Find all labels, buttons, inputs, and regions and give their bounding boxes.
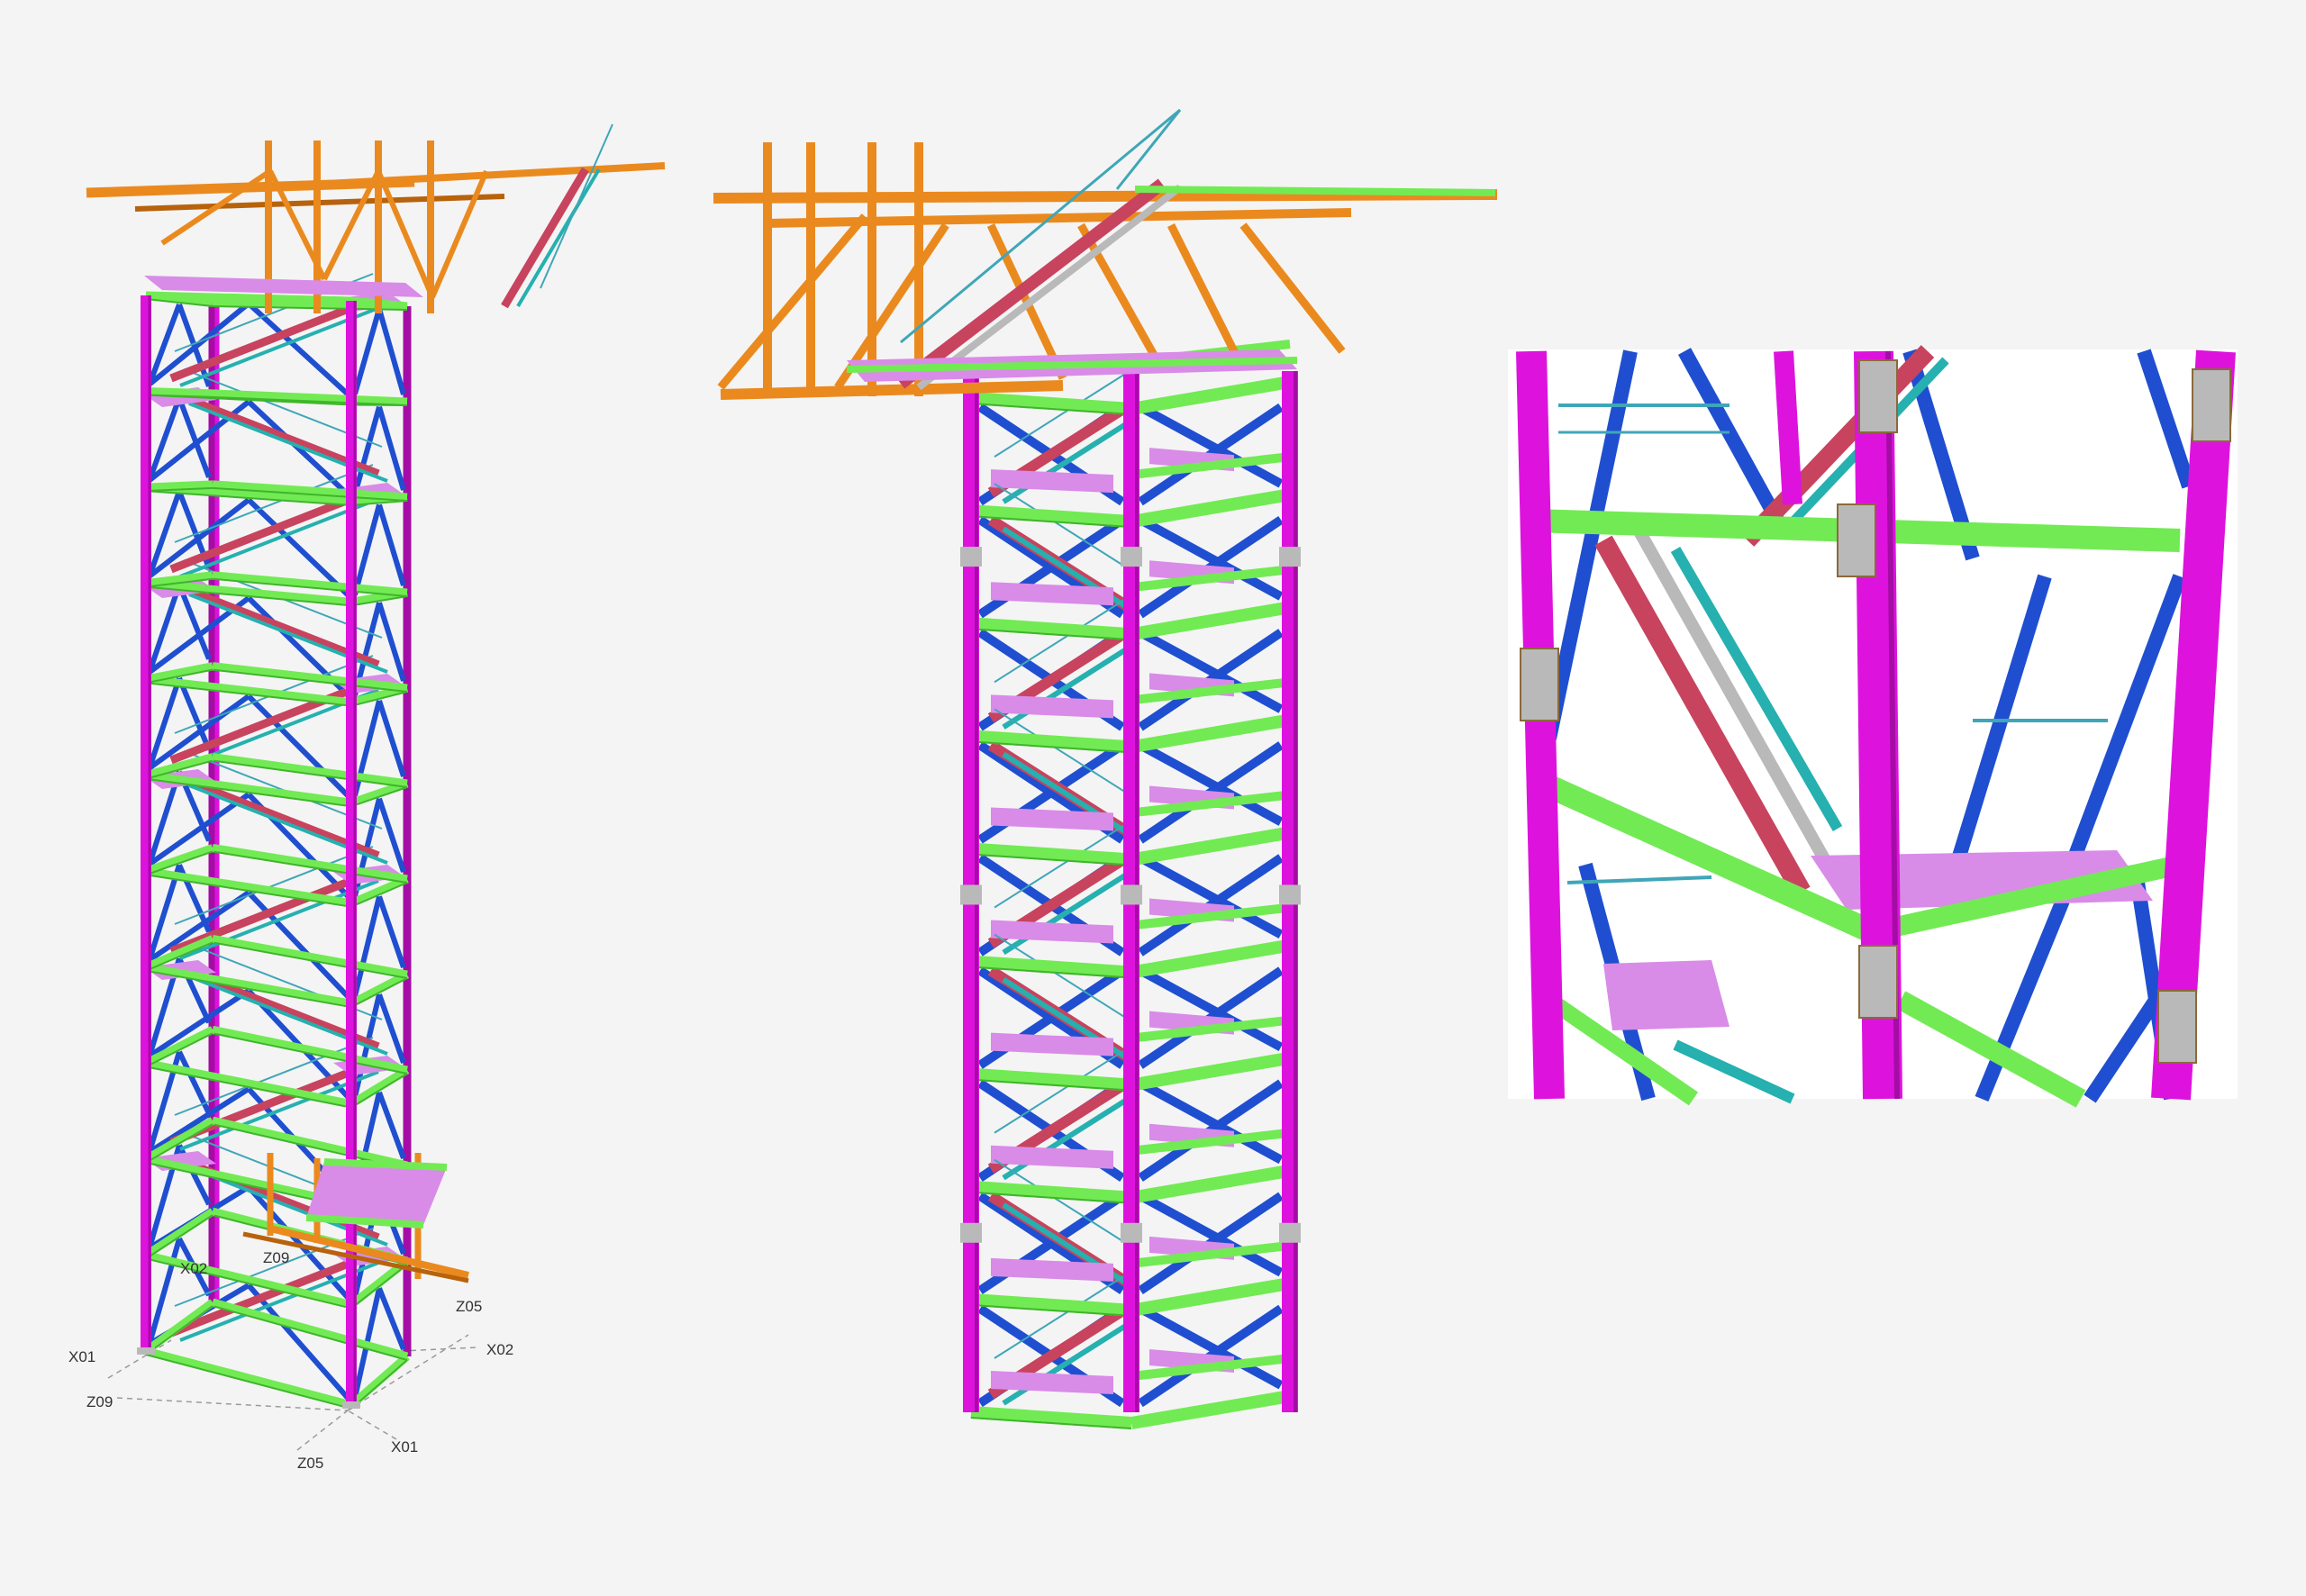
splice-plate xyxy=(1837,503,1876,577)
grid-label-z09-top: Z09 xyxy=(263,1249,289,1266)
splice-plate xyxy=(1279,1222,1301,1243)
splice-plate xyxy=(1858,945,1898,1019)
grid-label-x02-top: X02 xyxy=(180,1260,207,1277)
column xyxy=(1516,350,1565,1100)
floor-beam xyxy=(145,387,213,398)
detail-closeup-view xyxy=(1508,345,2238,1108)
floor-beam xyxy=(1134,186,1496,196)
splice-plate xyxy=(960,884,982,905)
column xyxy=(1774,350,1802,505)
grid-label-x01-bottom: X01 xyxy=(391,1438,418,1455)
base-plate xyxy=(137,1347,155,1355)
base-plate xyxy=(342,1401,360,1409)
structural-model-canvas: X02 Z09 Z05 X02 X01 Z09 Z05 X01 xyxy=(0,0,2306,1596)
splice-plate xyxy=(1121,547,1142,567)
splice-plate xyxy=(1121,884,1142,905)
grid-label-z05-right: Z05 xyxy=(456,1298,482,1315)
splice-plate xyxy=(1858,359,1898,433)
grid-label-z09-left: Z09 xyxy=(86,1393,113,1410)
floor-beam xyxy=(145,480,213,492)
grid-label-z05-bottom: Z05 xyxy=(297,1455,323,1472)
splice-plate xyxy=(960,1222,982,1243)
splice-plate xyxy=(1520,648,1559,721)
splice-plate xyxy=(1279,884,1301,905)
splice-plate xyxy=(2157,990,2197,1064)
grid-label-x02-right: X02 xyxy=(486,1341,513,1358)
splice-plate xyxy=(1121,1222,1142,1243)
landing-plate xyxy=(1603,960,1730,1030)
grid-label-x01-left: X01 xyxy=(68,1348,95,1365)
splice-plate xyxy=(1279,547,1301,567)
splice-plate xyxy=(2192,368,2231,442)
splice-plate xyxy=(960,547,982,567)
